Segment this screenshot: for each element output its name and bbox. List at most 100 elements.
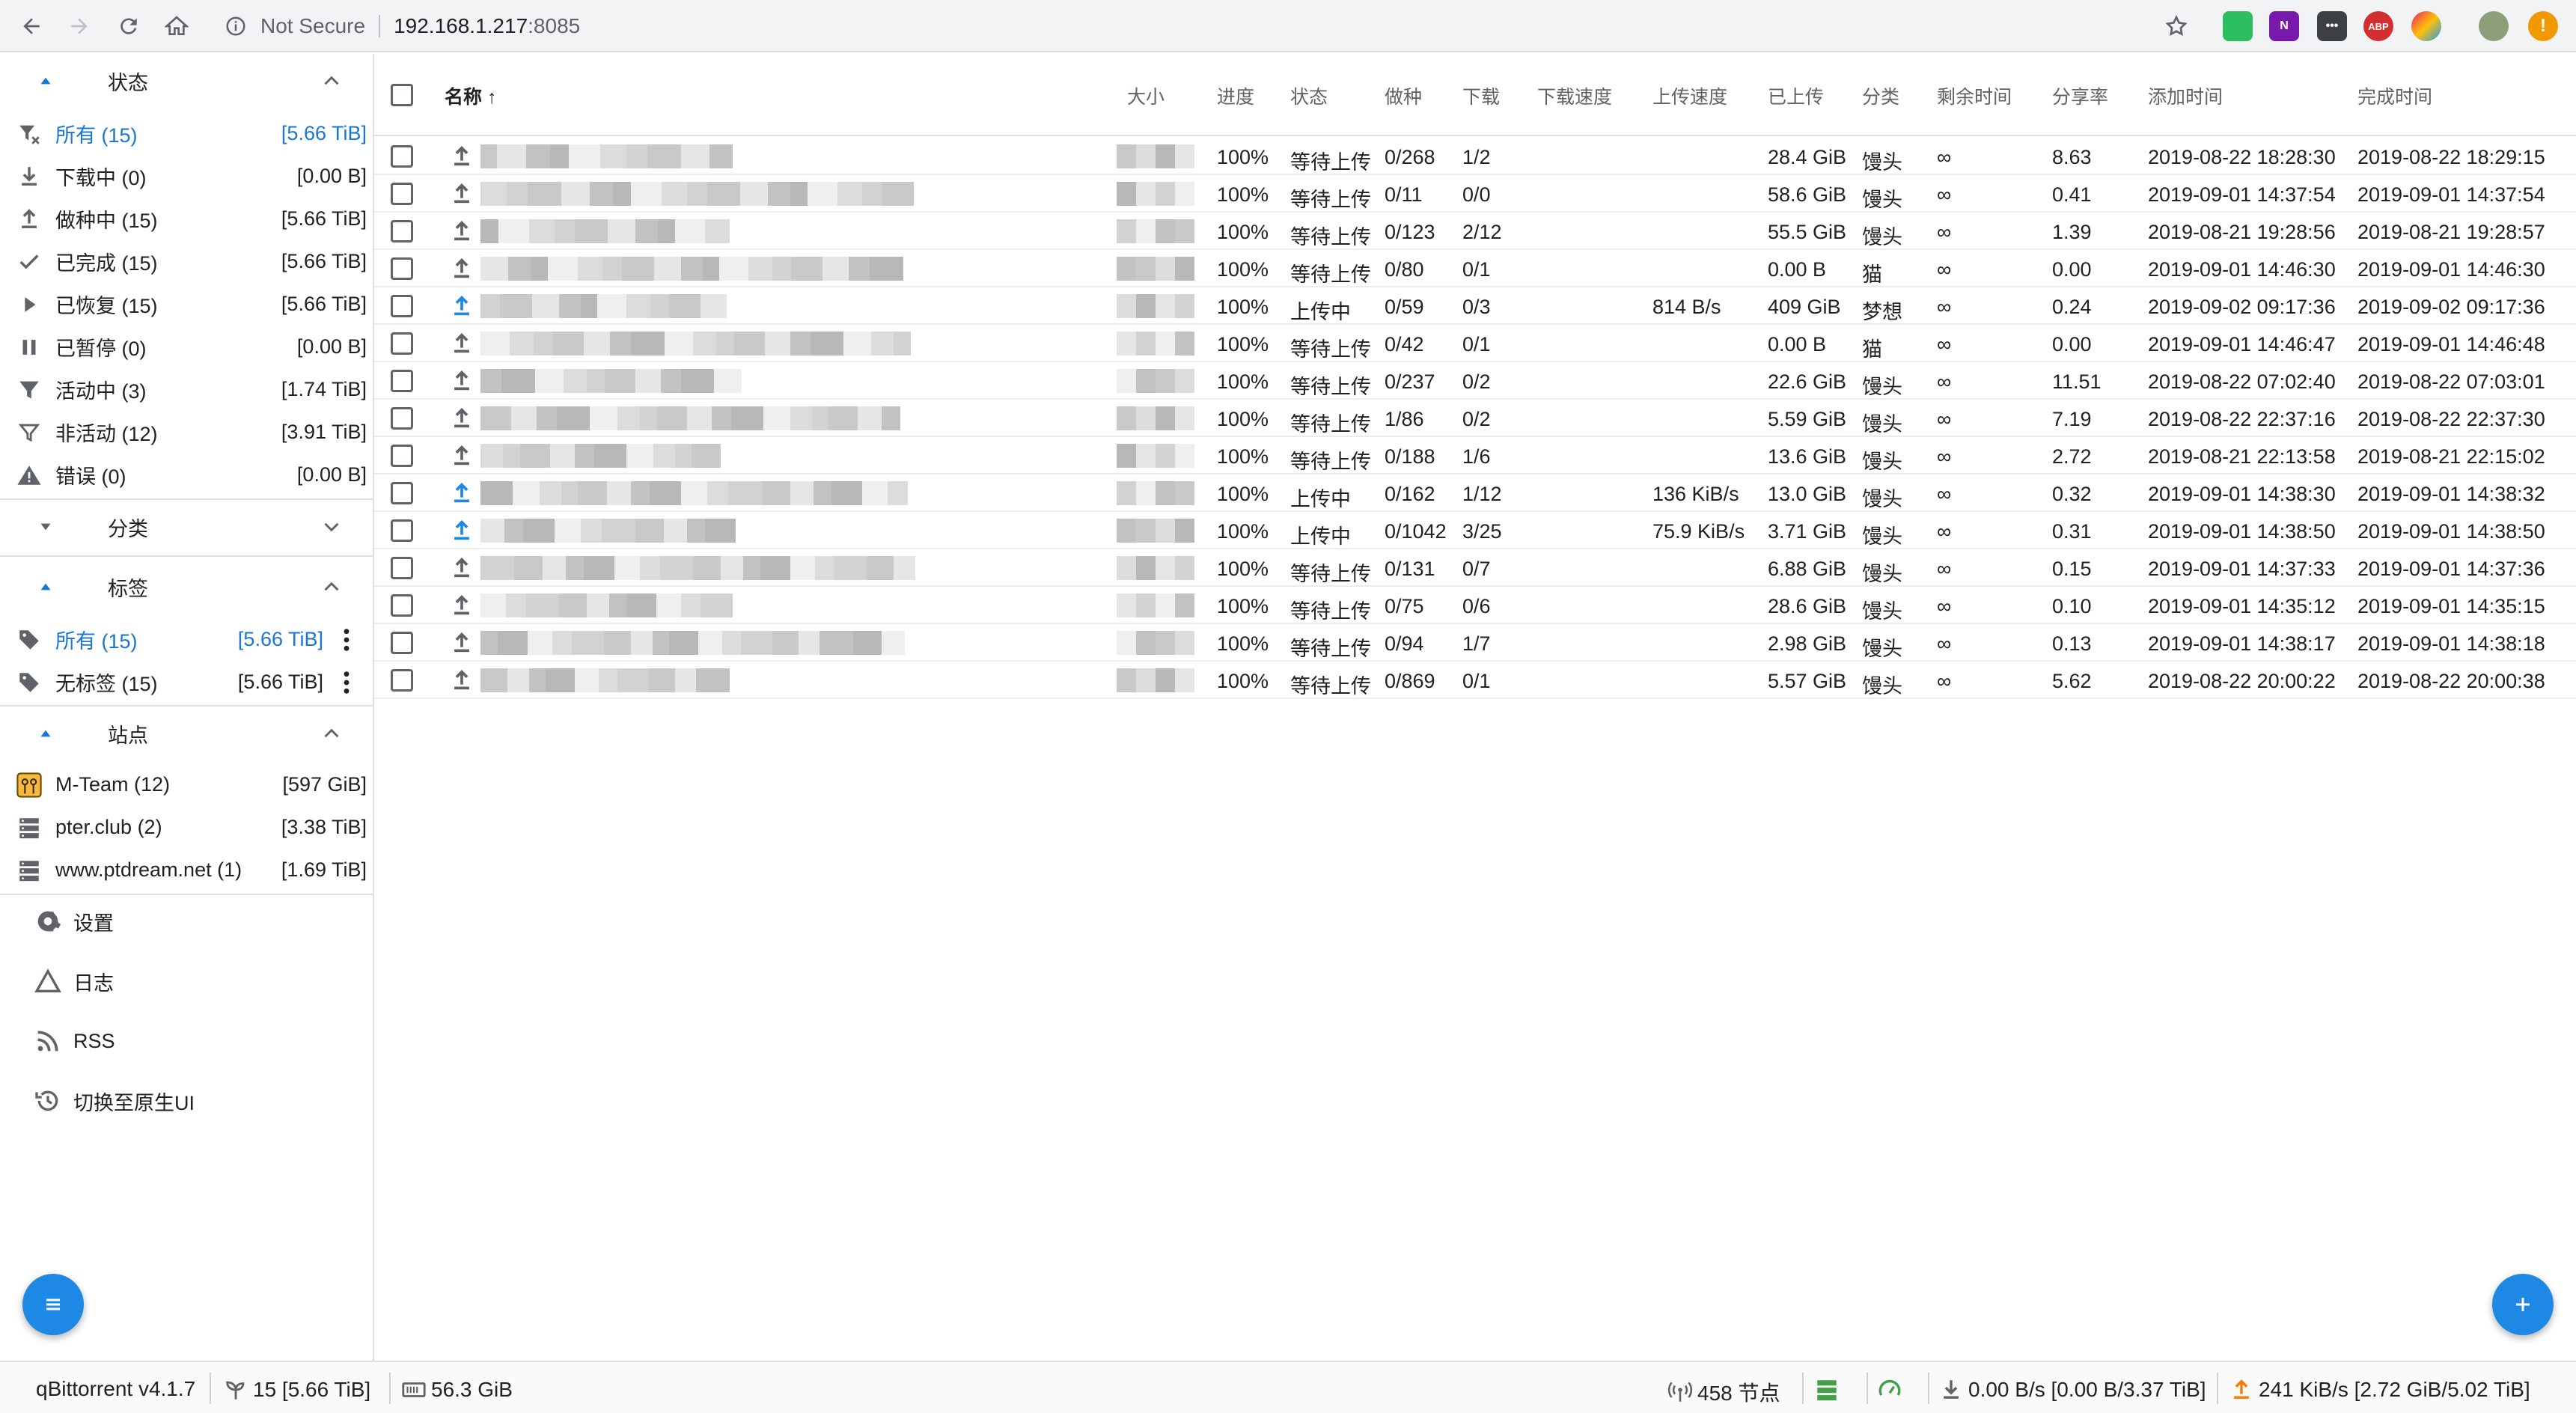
menu-settings[interactable]: 设置 (0, 897, 373, 946)
table-row[interactable]: 100% 等待上传 0/42 0/1 0.00 B 猫 ∞ 0.00 2019-09-01 14… (374, 325, 2576, 362)
row-checkbox[interactable] (391, 295, 413, 317)
speed-limit-toggle[interactable] (1877, 1377, 1907, 1403)
menu-switch-ui[interactable]: 切换至原生UI (0, 1076, 373, 1126)
address-bar[interactable]: Not Secure 192.168.1.217:8085 (211, 6, 2209, 46)
table-row[interactable]: 100% 等待上传 0/131 0/7 6.88 GiB 馒头 ∞ 0.15 2019-09-0… (374, 549, 2576, 587)
profile-avatar[interactable] (2479, 11, 2509, 41)
table-row[interactable]: 100% 等待上传 0/869 0/1 5.57 GiB 馒头 ∞ 5.62 2019-08-2… (374, 662, 2576, 699)
header-ratio[interactable]: 分享率 (2052, 82, 2108, 109)
cell-ratio: 7.19 (2052, 408, 2092, 430)
info-icon[interactable] (225, 15, 247, 37)
dots-ext-icon[interactable]: ••• (2317, 11, 2347, 41)
chevron-up-icon[interactable] (319, 68, 344, 94)
site-item-ptdream[interactable]: www.ptdream.net (1) [1.69 TiB] (0, 849, 373, 891)
row-checkbox[interactable] (391, 669, 413, 692)
row-checkbox[interactable] (391, 257, 413, 280)
row-checkbox[interactable] (391, 594, 413, 617)
update-icon[interactable]: ! (2528, 11, 2558, 41)
url-port: :8085 (528, 14, 581, 37)
table-row[interactable]: 100% 上传中 0/162 1/12 136 KiB/s 13.0 GiB 馒头 ∞ 0.32… (374, 474, 2576, 512)
table-row[interactable]: 100% 等待上传 0/123 2/12 55.5 GiB 馒头 ∞ 1.39 2019-08-… (374, 213, 2576, 250)
header-dl-speed[interactable]: 下载速度 (1537, 82, 1612, 109)
menu-rss[interactable]: RSS (0, 1016, 373, 1066)
chevron-down-icon[interactable] (319, 514, 344, 540)
status-item-error[interactable]: 错误 (0) [0.00 B] (0, 454, 373, 496)
table-row[interactable]: 100% 等待上传 0/80 0/1 0.00 B 猫 ∞ 0.00 2019-09-01 14… (374, 250, 2576, 287)
status-item-paused[interactable]: 已暂停 (0) [0.00 B] (0, 326, 373, 368)
header-completed[interactable]: 完成时间 (2357, 82, 2432, 109)
status-item-downloading[interactable]: 下载中 (0) [0.00 B] (0, 155, 373, 198)
sites-section-header[interactable]: 站点 (0, 709, 373, 757)
torrent-size-redacted (1117, 294, 1194, 318)
site-item-pter[interactable]: pter.club (2) [3.38 TiB] (0, 806, 373, 849)
site-item-mteam[interactable]: M-Team (12) [597 GiB] (0, 763, 373, 806)
tags-section-header[interactable]: 标签 (0, 563, 373, 611)
onenote-icon[interactable]: N (2269, 11, 2299, 41)
table-row[interactable]: 100% 等待上传 1/86 0/2 5.59 GiB 馒头 ∞ 7.19 2019-08-22… (374, 400, 2576, 437)
row-checkbox[interactable] (391, 370, 413, 392)
tag-item-all[interactable]: 所有 (15) [5.66 TiB] (0, 618, 373, 661)
status-item-seeding[interactable]: 做种中 (15) [5.66 TiB] (0, 198, 373, 240)
header-state[interactable]: 状态 (1290, 82, 1328, 109)
table-row[interactable]: 100% 等待上传 0/11 0/0 58.6 GiB 馒头 ∞ 0.41 2019-09-01… (374, 175, 2576, 213)
table-row[interactable]: 100% 等待上传 0/75 0/6 28.6 GiB 馒头 ∞ 0.10 2019-09-01… (374, 587, 2576, 624)
table-row[interactable]: 100% 等待上传 0/268 1/2 28.4 GiB 馒头 ∞ 8.63 2019-08-2… (374, 138, 2576, 175)
status-item-all[interactable]: 所有 (15) [5.66 TiB] (0, 112, 373, 155)
header-seeds[interactable]: 做种 (1385, 82, 1422, 109)
header-name[interactable]: 名称 ↑ (445, 82, 496, 109)
chevron-up-icon[interactable] (319, 721, 344, 746)
row-checkbox[interactable] (391, 632, 413, 654)
tag-item-untagged[interactable]: 无标签 (15) [5.66 TiB] (0, 661, 373, 704)
back-button[interactable] (13, 8, 49, 44)
header-peers[interactable]: 下载 (1462, 82, 1500, 109)
add-torrent-fab-button[interactable] (2492, 1274, 2554, 1335)
bookmark-button[interactable] (2158, 8, 2194, 44)
forward-button[interactable] (61, 8, 97, 44)
table-row[interactable]: 100% 等待上传 0/94 1/7 2.98 GiB 馒头 ∞ 0.13 2019-09-01… (374, 624, 2576, 662)
evernote-icon[interactable] (2223, 11, 2253, 41)
row-checkbox[interactable] (391, 557, 413, 579)
row-checkbox[interactable] (391, 407, 413, 430)
cell-state: 等待上传 (1290, 151, 1371, 174)
cell-completed: 2019-09-01 14:46:48 (2357, 333, 2545, 355)
header-up-speed[interactable]: 上传速度 (1652, 82, 1727, 109)
header-progress[interactable]: 进度 (1217, 82, 1254, 109)
table-row[interactable]: 100% 等待上传 0/188 1/6 13.6 GiB 馒头 ∞ 2.72 2019-08-2… (374, 437, 2576, 474)
home-button[interactable] (159, 8, 195, 44)
connection-status[interactable] (1814, 1377, 1844, 1403)
header-eta[interactable]: 剩余时间 (1937, 82, 2012, 109)
row-checkbox[interactable] (391, 482, 413, 504)
row-checkbox[interactable] (391, 220, 413, 242)
header-category[interactable]: 分类 (1862, 82, 1899, 109)
select-all-checkbox[interactable] (391, 84, 413, 106)
menu-fab-button[interactable] (22, 1274, 84, 1335)
header-size[interactable]: 大小 (1127, 82, 1165, 109)
header-uploaded[interactable]: 已上传 (1768, 82, 1824, 109)
menu-log[interactable]: 日志 (0, 956, 373, 1006)
category-section-header[interactable]: 分类 (0, 503, 373, 551)
more-vert-icon[interactable] (343, 627, 350, 653)
more-vert-icon[interactable] (343, 670, 350, 695)
row-checkbox[interactable] (391, 183, 413, 205)
table-row[interactable]: 100% 上传中 0/59 0/3 814 B/s 409 GiB 梦想 ∞ 0.24 2019-… (374, 287, 2576, 325)
chevron-up-icon[interactable] (319, 574, 344, 599)
table-row[interactable]: 100% 上传中 0/1042 3/25 75.9 KiB/s 3.71 GiB 馒头 ∞ 0.… (374, 512, 2576, 549)
header-added[interactable]: 添加时间 (2148, 82, 2223, 109)
cell-peers: 0/7 (1462, 558, 1491, 580)
status-section-header[interactable]: 状态 (0, 57, 373, 105)
status-item-resumed[interactable]: 已恢复 (15) [5.66 TiB] (0, 283, 373, 326)
status-item-active[interactable]: 活动中 (3) [1.74 TiB] (0, 368, 373, 411)
row-checkbox[interactable] (391, 445, 413, 467)
tag-icon (15, 626, 43, 654)
status-item-inactive[interactable]: 非活动 (12) [3.91 TiB] (0, 411, 373, 454)
cell-category: 馒头 (1862, 226, 1902, 248)
colorful-ext-icon[interactable] (2411, 11, 2441, 41)
status-item-completed[interactable]: 已完成 (15) [5.66 TiB] (0, 240, 373, 283)
row-checkbox[interactable] (391, 519, 413, 542)
reload-button[interactable] (111, 8, 147, 44)
adblock-icon[interactable]: ABP (2363, 11, 2393, 41)
table-row[interactable]: 100% 等待上传 0/237 0/2 22.6 GiB 馒头 ∞ 11.51 2019-08-… (374, 362, 2576, 400)
cell-eta: ∞ (1937, 632, 1952, 655)
row-checkbox[interactable] (391, 332, 413, 355)
row-checkbox[interactable] (391, 145, 413, 168)
